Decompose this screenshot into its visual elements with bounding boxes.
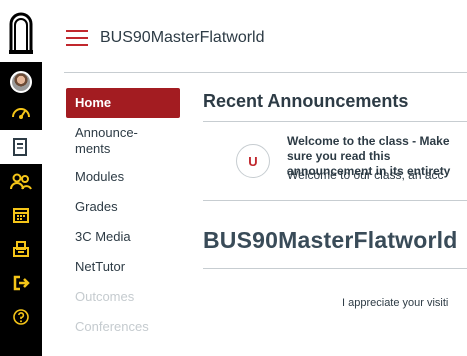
calendar-icon [13, 208, 29, 223]
groups-nav-item[interactable] [0, 164, 42, 198]
help-icon [13, 309, 29, 325]
announcement-excerpt: Welcome to our class, an acc [287, 168, 444, 182]
institution-logo[interactable] [0, 0, 42, 62]
recent-announcements-heading: Recent Announcements [203, 91, 409, 111]
calendar-nav-item[interactable] [0, 198, 42, 232]
course-nav-modules[interactable]: Modules [66, 162, 180, 192]
main-content: Recent Announcements U Welcome to the cl… [203, 88, 467, 356]
announcements-top-divider [203, 121, 467, 122]
inbox-icon [13, 241, 29, 257]
breadcrumb-course-title[interactable]: BUS90MasterFlatworld [100, 29, 265, 47]
announcements-bottom-divider [203, 200, 467, 201]
hamburger-menu-icon[interactable] [66, 30, 88, 48]
courses-nav-item[interactable] [0, 130, 42, 164]
account-avatar-icon [10, 71, 32, 93]
courses-icon [13, 138, 27, 156]
groups-icon [10, 173, 32, 190]
welcome-intro-text: I appreciate your visiti [342, 297, 449, 309]
course-nav-grades[interactable]: Grades [66, 192, 180, 222]
account-nav-item[interactable] [0, 62, 42, 96]
inbox-nav-item[interactable] [0, 232, 42, 266]
page-title: BUS90MasterFlatworld [203, 227, 458, 253]
global-navigation [0, 0, 42, 356]
course-nav-conferences[interactable]: Conferences [66, 312, 180, 342]
course-nav-nettutor[interactable]: NetTutor [66, 252, 180, 282]
course-nav-outcomes[interactable]: Outcomes [66, 282, 180, 312]
announcement-item[interactable]: U Welcome to the class - Make sure you r… [233, 130, 467, 194]
help-nav-item[interactable] [0, 300, 42, 334]
logout-icon [13, 275, 30, 291]
dashboard-icon [12, 108, 30, 119]
page-title-divider [203, 268, 467, 269]
course-navigation: Home Announce- ments Modules Grades 3C M… [66, 88, 180, 342]
course-nav-3c-media[interactable]: 3C Media [66, 222, 180, 252]
announcement-author-avatar: U [236, 144, 270, 178]
header-divider [64, 72, 467, 73]
institution-arch-logo-icon [9, 12, 33, 54]
logout-nav-item[interactable] [0, 266, 42, 300]
dashboard-nav-item[interactable] [0, 96, 42, 130]
course-header: BUS90MasterFlatworld [42, 0, 467, 78]
course-nav-announcements[interactable]: Announce- ments [66, 125, 180, 157]
course-nav-home[interactable]: Home [66, 88, 180, 118]
